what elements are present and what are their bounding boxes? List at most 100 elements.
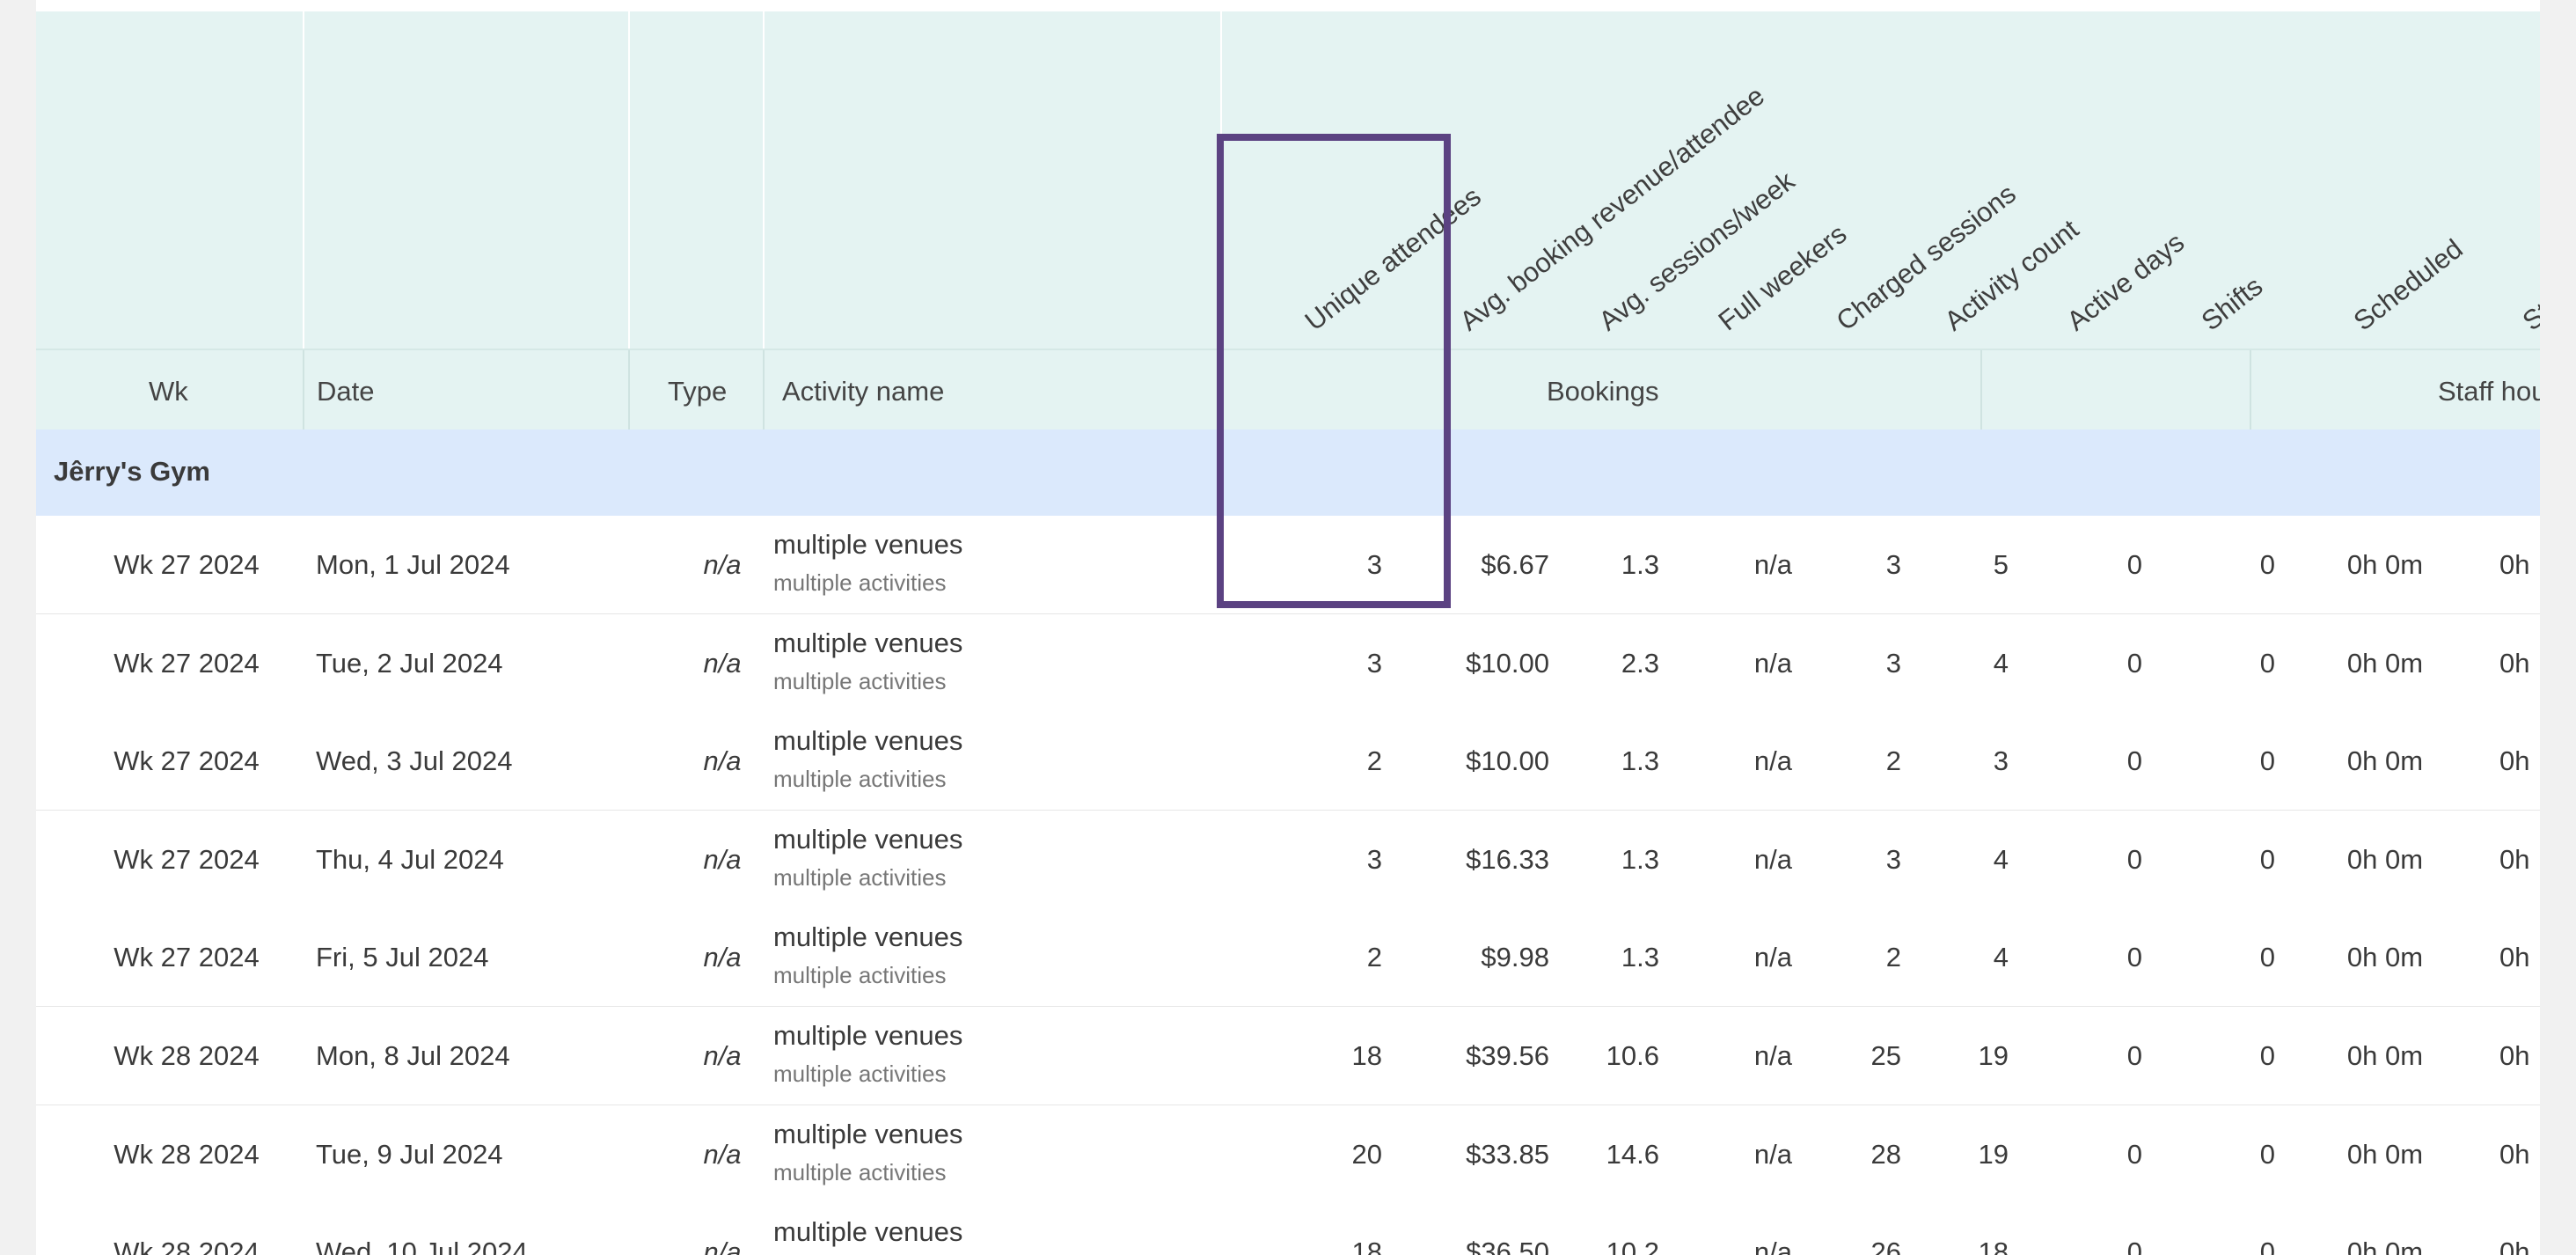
cell-avg-sessions-week: 1.3 <box>1621 549 1659 580</box>
cell-full-weekers: n/a <box>1753 1040 1792 1071</box>
cell-staff-hours: 0h <box>2499 942 2530 973</box>
cell-active-days: 0 <box>2126 1040 2142 1071</box>
cell-staff-hours: 0h <box>2499 549 2530 580</box>
cell-active-days: 0 <box>2126 745 2142 777</box>
cell-week: Wk 27 2024 <box>113 647 260 679</box>
cell-date: Wed, 10 Jul 2024 <box>316 1237 528 1255</box>
cell-activity-detail: multiple activities <box>773 667 947 694</box>
header-type[interactable]: Type <box>668 378 727 405</box>
header-wk[interactable]: Wk <box>149 378 188 405</box>
header-divider <box>763 350 765 431</box>
cell-avg-booking-revenue: $33.85 <box>1466 1138 1549 1170</box>
column-header-active-days[interactable]: Active days <box>2061 226 2190 336</box>
cell-date: Mon, 8 Jul 2024 <box>316 1040 510 1071</box>
cell-activity-count: 19 <box>1978 1040 2009 1071</box>
cell-active-days: 0 <box>2126 647 2142 679</box>
cell-charged-sessions: 3 <box>1885 843 1901 875</box>
cell-staff-hours: 0h <box>2499 647 2530 679</box>
cell-staff-hours: 0h <box>2499 1138 2530 1170</box>
column-header-charged-sessions[interactable]: Charged sessions <box>1831 178 2022 336</box>
cell-full-weekers: n/a <box>1753 1237 1792 1255</box>
column-header-staff[interactable]: Staf <box>2517 283 2540 337</box>
cell-shifts: 0 <box>2259 745 2275 777</box>
cell-scheduled: 0h 0m <box>2346 549 2424 580</box>
cell-charged-sessions: 25 <box>1870 1040 1901 1071</box>
cell-type: n/a <box>703 745 742 777</box>
cell-week: Wk 28 2024 <box>113 1138 260 1170</box>
cell-week: Wk 28 2024 <box>113 1040 260 1071</box>
table-row[interactable]: Wk 27 2024 Fri, 5 Jul 2024 n/a multiple ven… <box>36 908 2540 1009</box>
cell-activity-venue: multiple venues <box>773 1020 963 1051</box>
highlight-box <box>1217 134 1451 608</box>
cell-unique-attendees: 18 <box>1351 1040 1382 1071</box>
cell-shifts: 0 <box>2259 1138 2275 1170</box>
header-divider <box>628 350 630 431</box>
cell-charged-sessions: 2 <box>1885 745 1901 777</box>
column-header-shifts[interactable]: Shifts <box>2196 270 2269 336</box>
cell-avg-sessions-week: 10.2 <box>1606 1237 1659 1255</box>
cell-unique-attendees: 3 <box>1366 647 1382 679</box>
cell-activity-venue: multiple venues <box>773 823 963 855</box>
cell-type: n/a <box>703 843 742 875</box>
table-row[interactable]: Wk 28 2024 Wed, 10 Jul 2024 n/a multiple ve… <box>36 1203 2540 1255</box>
header-staff-hours-group: Staff hou <box>2438 376 2540 407</box>
cell-unique-attendees: 18 <box>1351 1237 1382 1255</box>
cell-activity-detail: multiple activities <box>773 1061 947 1087</box>
cell-shifts: 0 <box>2259 549 2275 580</box>
cell-week: Wk 27 2024 <box>113 549 260 580</box>
cell-activity-count: 4 <box>1993 647 2009 679</box>
cell-staff-hours: 0h <box>2499 745 2530 777</box>
cell-unique-attendees: 2 <box>1366 745 1382 777</box>
cell-type: n/a <box>703 1040 742 1071</box>
cell-scheduled: 0h 0m <box>2346 1138 2424 1170</box>
cell-date: Wed, 3 Jul 2024 <box>316 745 513 777</box>
cell-shifts: 0 <box>2259 647 2275 679</box>
cell-shifts: 0 <box>2259 1237 2275 1255</box>
cell-activity-venue: multiple venues <box>773 921 963 953</box>
cell-full-weekers: n/a <box>1753 647 1792 679</box>
cell-active-days: 0 <box>2126 843 2142 875</box>
cell-avg-sessions-week: 1.3 <box>1621 745 1659 777</box>
table-row[interactable]: Wk 27 2024 Tue, 2 Jul 2024 n/a multiple ven… <box>36 613 2540 714</box>
cell-scheduled: 0h 0m <box>2346 647 2424 679</box>
cell-activity-count: 4 <box>1993 843 2009 875</box>
header-activity-name[interactable]: Activity name <box>782 378 944 405</box>
cell-activity-detail: multiple activities <box>773 863 947 891</box>
cell-active-days: 0 <box>2126 549 2142 580</box>
cell-activity-count: 3 <box>1993 745 2009 777</box>
cell-full-weekers: n/a <box>1753 843 1792 875</box>
cell-date: Fri, 5 Jul 2024 <box>316 942 489 973</box>
column-header-scheduled[interactable]: Scheduled <box>2348 233 2469 337</box>
cell-activity-venue: multiple venues <box>773 1118 963 1149</box>
cell-scheduled: 0h 0m <box>2346 745 2424 777</box>
header-divider <box>1980 350 1982 431</box>
cell-avg-booking-revenue: $10.00 <box>1466 745 1549 777</box>
cell-shifts: 0 <box>2259 843 2275 875</box>
cell-week: Wk 27 2024 <box>113 745 260 777</box>
cell-active-days: 0 <box>2126 942 2142 973</box>
cell-avg-booking-revenue: $10.00 <box>1466 647 1549 679</box>
panel-top-strip <box>36 0 2540 11</box>
table-row[interactable]: Wk 28 2024 Tue, 9 Jul 2024 n/a multiple ven… <box>36 1105 2540 1205</box>
cell-activity-venue: multiple venues <box>773 627 963 658</box>
cell-active-days: 0 <box>2126 1237 2142 1255</box>
cell-date: Tue, 2 Jul 2024 <box>316 647 503 679</box>
cell-week: Wk 28 2024 <box>113 1237 260 1255</box>
cell-date: Tue, 9 Jul 2024 <box>316 1138 503 1170</box>
table-row[interactable]: Wk 27 2024 Wed, 3 Jul 2024 n/a multiple ven… <box>36 712 2540 812</box>
cell-activity-count: 4 <box>1993 942 2009 973</box>
table-row[interactable]: Wk 28 2024 Mon, 8 Jul 2024 n/a multiple ven… <box>36 1007 2540 1106</box>
cell-unique-attendees: 3 <box>1366 843 1382 875</box>
cell-activity-detail: multiple activities <box>773 1158 947 1185</box>
cell-charged-sessions: 3 <box>1885 549 1901 580</box>
cell-active-days: 0 <box>2126 1138 2142 1170</box>
cell-avg-sessions-week: 10.6 <box>1606 1040 1659 1071</box>
table-row[interactable]: Wk 27 2024 Thu, 4 Jul 2024 n/a multiple ven… <box>36 810 2540 910</box>
cell-full-weekers: n/a <box>1753 549 1792 580</box>
header-date[interactable]: Date <box>317 378 374 405</box>
cell-date: Thu, 4 Jul 2024 <box>316 843 504 875</box>
cell-charged-sessions: 26 <box>1870 1237 1901 1255</box>
header-divider <box>2250 350 2251 431</box>
cell-activity-count: 18 <box>1978 1237 2009 1255</box>
cell-shifts: 0 <box>2259 942 2275 973</box>
